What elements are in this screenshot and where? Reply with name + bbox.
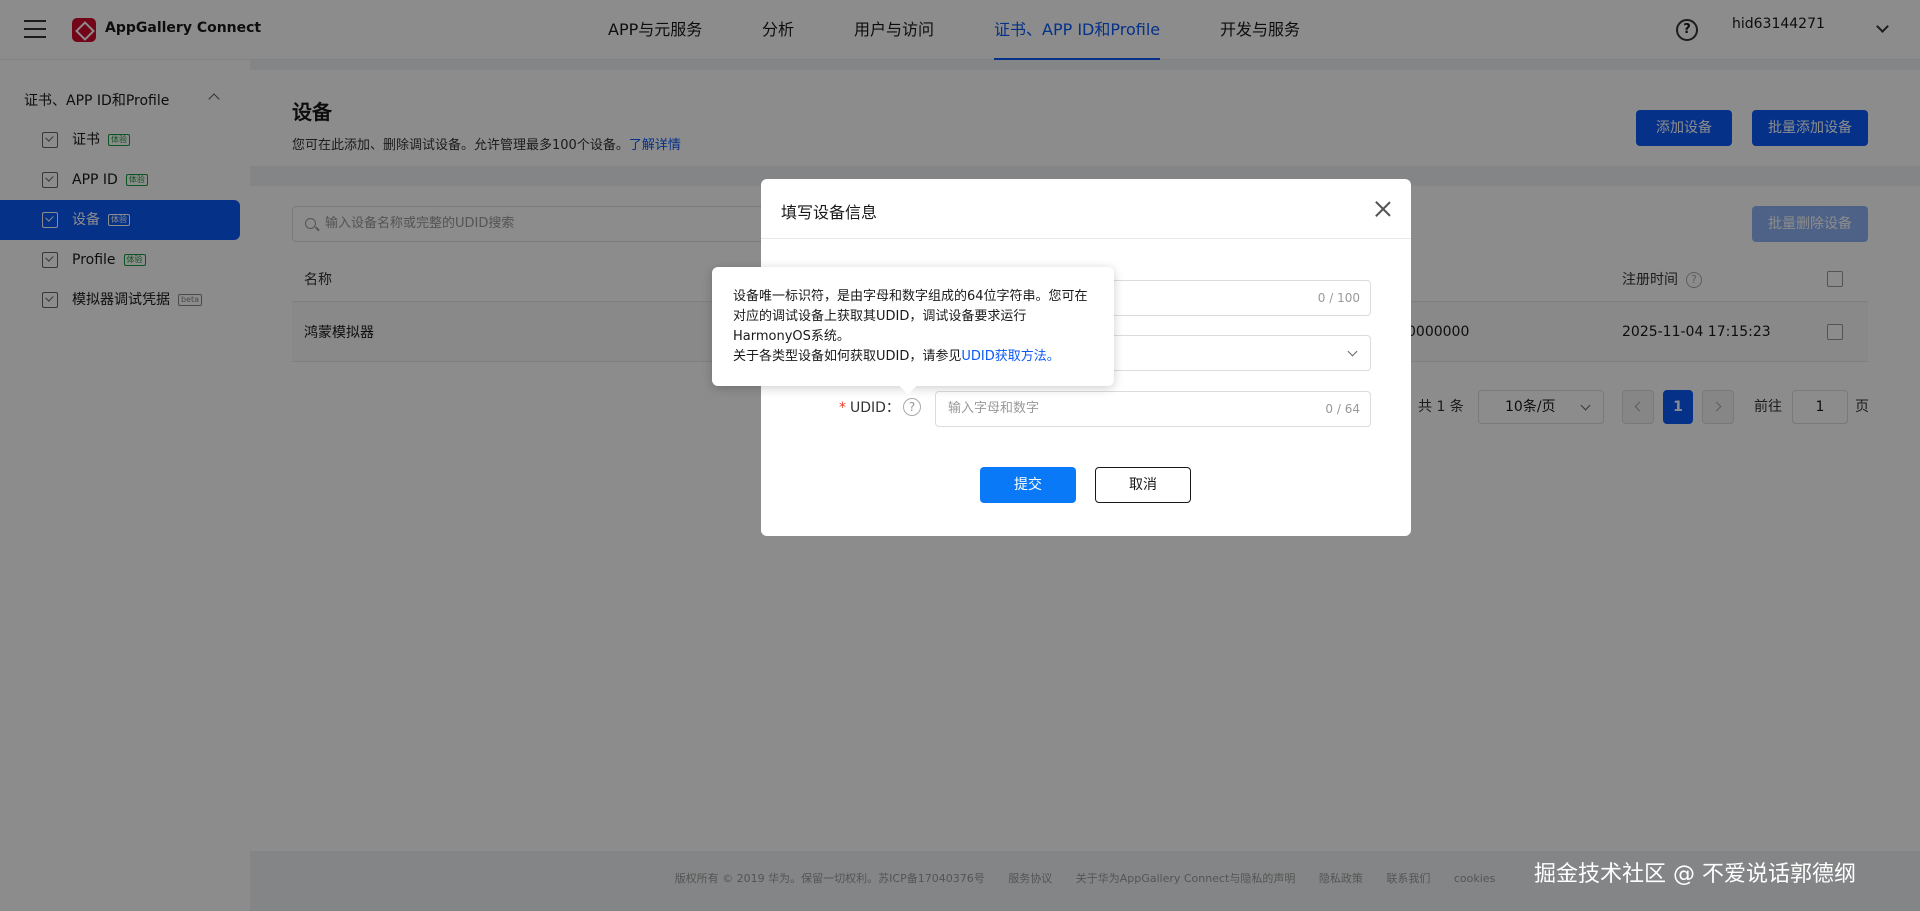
cancel-button[interactable]: 取消 [1095,467,1191,503]
dialog-title: 填写设备信息 [781,203,878,222]
udid-label: * UDID： [839,397,900,417]
watermark: 掘金技术社区 @ 不爱说话郭德纲 [1534,862,1856,887]
tooltip-howto-text: 关于各类型设备如何获取UDID，请参见 [733,349,962,364]
udid-help-icon[interactable]: ? [903,398,921,416]
tooltip-description: 设备唯一标识符，是由字母和数字组成的64位字符串。您可在对应的调试设备上获取其U… [733,289,1088,344]
close-icon[interactable] [1375,201,1391,217]
udid-label-text: UDID： [850,400,900,416]
name-char-count: 0 / 100 [1317,291,1360,305]
udid-tooltip: 设备唯一标识符，是由字母和数字组成的64位字符串。您可在对应的调试设备上获取其U… [712,267,1114,395]
submit-button[interactable]: 提交 [980,467,1076,503]
chevron-down-icon [1347,346,1358,357]
required-mark: * [839,400,846,416]
udid-method-link[interactable]: UDID获取方法。 [961,349,1059,364]
dialog-header: 填写设备信息 [761,179,1411,239]
udid-input[interactable]: 输入字母和数字 0 / 64 [935,391,1371,427]
udid-placeholder: 输入字母和数字 [948,401,1040,416]
udid-char-count: 0 / 64 [1325,402,1360,416]
tooltip-howto: 关于各类型设备如何获取UDID，请参见UDID获取方法。 [733,347,1094,367]
